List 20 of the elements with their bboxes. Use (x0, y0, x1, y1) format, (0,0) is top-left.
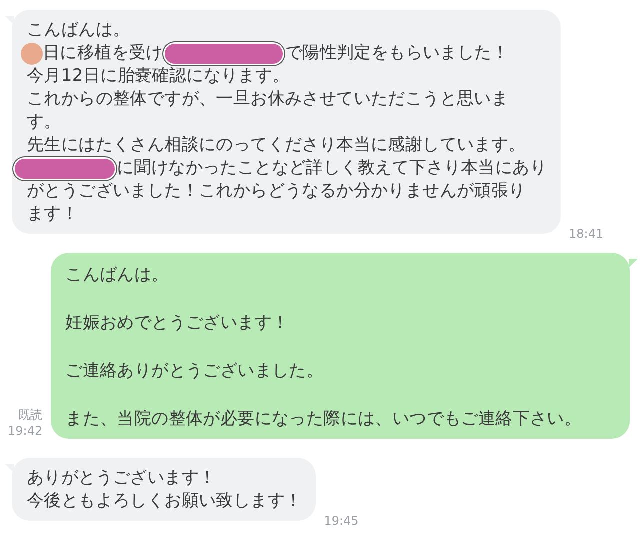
message-text: これからの整体ですが、一旦お休みさせていただこうと思いま (27, 88, 509, 111)
message-time: 18:41 (569, 226, 604, 242)
message-text: 先生にはたくさん相談にのってくださり本当に感謝しています。 (27, 134, 526, 157)
message-text: ます！ (27, 203, 79, 226)
message-text: また、当院の整体が必要になった際には、いつでもご連絡下さい。 (66, 408, 582, 431)
message-text: 今後ともよろしくお願い致します！ (27, 490, 302, 513)
message-text: 今月12日に胎嚢確認になります。 (27, 65, 290, 88)
message-time: 19:42 (8, 423, 43, 439)
message-text: す。 (27, 111, 62, 134)
message-text: ありがとうございます！ (27, 467, 216, 490)
message-text: 日に移植を受け (43, 42, 164, 65)
message-text: 妊娠おめでとうございます！ (66, 312, 290, 335)
message-text: こんばんは。 (27, 19, 130, 42)
message-text: がとうございました！これからどうなるか分かりませんが頑張り (27, 180, 526, 203)
message-text: に聞けなかったことなど詳しく教えて下さり本当にあり (117, 157, 547, 180)
message-text: こんばんは。 (66, 264, 169, 287)
message-time: 19:45 (324, 513, 359, 529)
message-text: ご連絡ありがとうございました。 (66, 360, 324, 383)
message-text: で陽性判定をもらいました！ (285, 42, 510, 65)
read-receipt: 既読 (18, 407, 43, 423)
